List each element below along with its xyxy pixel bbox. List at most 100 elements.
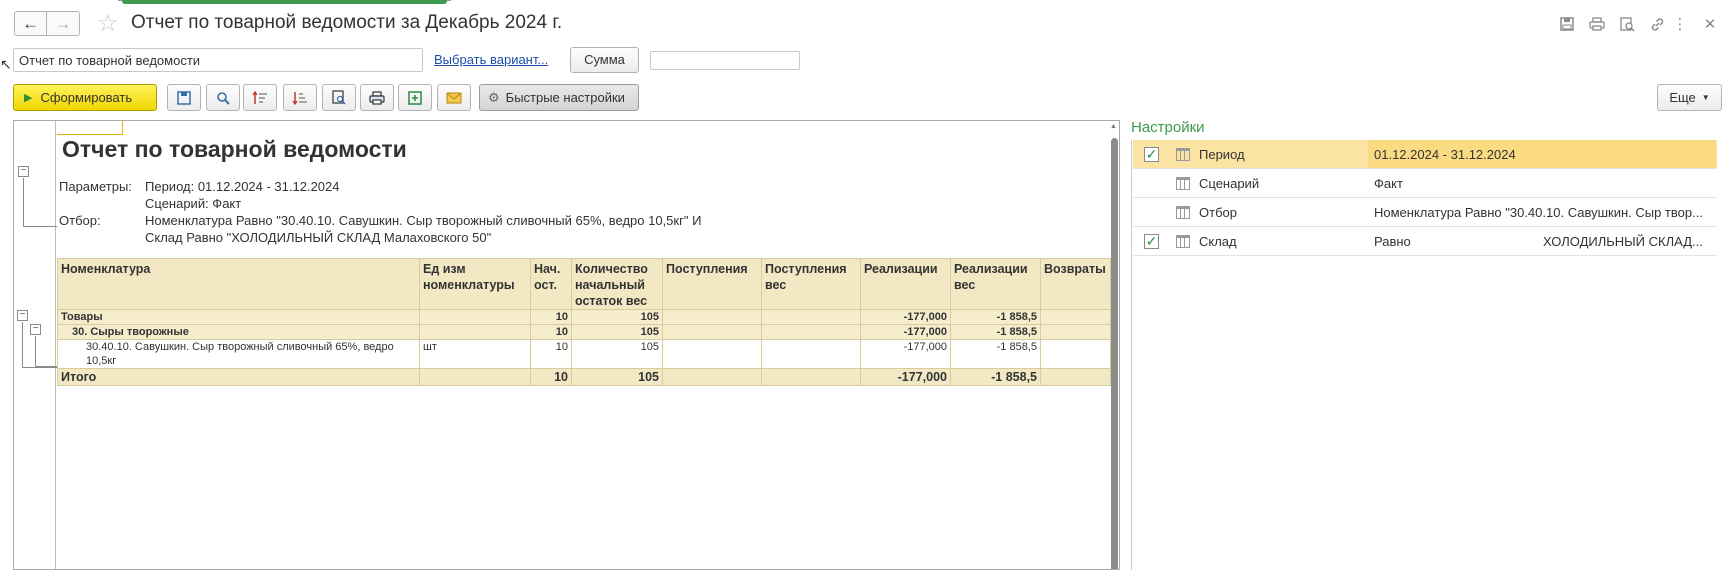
setting-name: Сценарий (1199, 176, 1260, 191)
quick-settings-label: Быстрые настройки (505, 90, 625, 105)
table-cell[interactable]: 10 (530, 309, 572, 325)
table-cell[interactable]: -1 858,5 (950, 309, 1041, 325)
scroll-up-icon[interactable]: ▲ (1110, 123, 1117, 130)
table-cell[interactable]: 10 (530, 368, 572, 386)
group-line (35, 336, 36, 366)
sum-button[interactable]: Сумма (570, 47, 639, 73)
save-variant-button[interactable] (167, 84, 201, 111)
table-cell[interactable]: 105 (571, 339, 663, 369)
table-cell[interactable] (662, 339, 762, 369)
filter-label: Отбор: (59, 213, 101, 228)
table-cell[interactable] (1040, 309, 1111, 325)
setting-row-warehouse[interactable]: ✓ Склад Равно ХОЛОДИЛЬНЫЙ СКЛАД... (1133, 227, 1717, 256)
table-cell[interactable] (1040, 324, 1111, 340)
save-icon[interactable] (1556, 13, 1578, 35)
favorite-star-icon[interactable]: ☆ (97, 9, 119, 38)
table-cell[interactable] (1040, 339, 1111, 369)
sum-field[interactable] (650, 51, 800, 70)
column-header[interactable]: Реализации (860, 258, 951, 310)
table-cell[interactable]: 10 (530, 339, 572, 369)
report-document[interactable]: − Отчет по товарной ведомости Параметры:… (13, 120, 1120, 570)
table-cell[interactable]: 10 (530, 324, 572, 340)
table-cell[interactable] (419, 309, 531, 325)
table-cell[interactable] (662, 368, 762, 386)
column-header[interactable]: Реализации вес (950, 258, 1041, 310)
table-cell[interactable]: 105 (571, 324, 663, 340)
column-header[interactable]: Ед изм номенклатуры (419, 258, 531, 310)
column-header[interactable]: Возвраты (1040, 258, 1111, 310)
column-header[interactable]: Количество начальный остаток вес (571, 258, 663, 310)
choose-variant-link[interactable]: Выбрать вариант... (434, 52, 548, 67)
forward-button[interactable]: → (47, 11, 80, 36)
table-cell[interactable] (761, 368, 861, 386)
back-button[interactable]: ← (14, 11, 47, 36)
table-cell[interactable] (761, 339, 861, 369)
setting-value[interactable]: 01.12.2024 - 31.12.2024 (1368, 140, 1716, 168)
vertical-scrollbar[interactable]: ▲ (1110, 123, 1119, 569)
setting-name: Отбор (1199, 205, 1237, 220)
table-cell[interactable] (761, 324, 861, 340)
column-header[interactable]: Нач. ост. (530, 258, 572, 310)
setting-value[interactable]: Номенклатура Равно "30.40.10. Савушкин. … (1368, 198, 1716, 226)
table-field-icon (1176, 235, 1190, 248)
table-cell[interactable]: -177,000 (860, 324, 951, 340)
table-cell[interactable]: -1 858,5 (950, 368, 1041, 386)
table-cell[interactable] (761, 309, 861, 325)
column-header[interactable]: Поступления вес (761, 258, 861, 310)
checkbox-checked-icon[interactable]: ✓ (1144, 234, 1159, 249)
sort-asc-button[interactable] (243, 84, 277, 111)
find-button[interactable] (206, 84, 240, 111)
send-email-button[interactable] (437, 84, 471, 111)
table-cell[interactable]: 30. Сыры творожные (57, 324, 420, 340)
new-window-button[interactable] (398, 84, 432, 111)
table-cell[interactable] (1040, 368, 1111, 386)
table-cell[interactable]: -177,000 (860, 368, 951, 386)
setting-row-filter[interactable]: Отбор Номенклатура Равно "30.40.10. Саву… (1133, 198, 1717, 227)
table-cell[interactable]: -1 858,5 (950, 324, 1041, 340)
more-button[interactable]: Еще ▼ (1657, 84, 1722, 111)
table-cell[interactable]: шт (419, 339, 531, 369)
table-cell[interactable]: -177,000 (860, 309, 951, 325)
print-button[interactable] (360, 84, 394, 111)
table-row[interactable]: 30. Сыры творожные 10 105 -177,000 -1 85… (57, 324, 1111, 340)
collapse-goods-icon[interactable]: − (17, 310, 28, 321)
table-cell[interactable]: Товары (57, 309, 420, 325)
setting-value[interactable]: Факт (1368, 169, 1716, 197)
setting-row-scenario[interactable]: Сценарий Факт (1133, 169, 1717, 198)
table-cell[interactable] (419, 368, 531, 386)
table-cell[interactable]: -1 858,5 (950, 339, 1041, 369)
preview-button[interactable] (322, 84, 356, 111)
close-icon[interactable]: ✕ (1699, 13, 1721, 35)
setting-value[interactable]: ХОЛОДИЛЬНЫЙ СКЛАД... (1543, 234, 1713, 249)
table-row[interactable]: 30.40.10. Савушкин. Сыр творожный сливоч… (57, 339, 1111, 369)
preview-icon[interactable] (1616, 13, 1638, 35)
collapse-header-icon[interactable]: − (18, 166, 29, 177)
report-variant-field[interactable]: Отчет по товарной ведомости (13, 48, 423, 72)
scroll-thumb[interactable] (1111, 138, 1118, 569)
table-cell[interactable] (419, 324, 531, 340)
table-cell[interactable] (662, 324, 762, 340)
generate-label: Сформировать (40, 90, 133, 105)
print-icon[interactable] (1586, 13, 1608, 35)
link-icon[interactable] (1646, 13, 1668, 35)
setting-comparison[interactable]: Равно (1368, 227, 1538, 255)
arrow-left-icon: ← (22, 13, 39, 33)
setting-row-period[interactable]: ✓ Период 01.12.2024 - 31.12.2024 (1133, 140, 1717, 169)
table-cell[interactable]: 30.40.10. Савушкин. Сыр творожный сливоч… (57, 339, 420, 369)
more-vertical-icon[interactable]: ⋮ (1669, 13, 1691, 35)
table-total-row[interactable]: Итого 10 105 -177,000 -1 858,5 (57, 368, 1111, 386)
quick-settings-button[interactable]: ⚙ Быстрые настройки (479, 84, 639, 111)
sort-desc-button[interactable] (283, 84, 317, 111)
table-cell[interactable]: 105 (571, 368, 663, 386)
column-header[interactable]: Номенклатура (57, 258, 420, 310)
table-cell[interactable] (662, 309, 762, 325)
column-header[interactable]: Поступления (662, 258, 762, 310)
collapse-group-icon[interactable]: − (30, 324, 41, 335)
generate-button[interactable]: ▶ Сформировать (13, 84, 157, 111)
group-line (23, 226, 57, 227)
table-row[interactable]: Товары 10 105 -177,000 -1 858,5 (57, 309, 1111, 325)
table-cell[interactable]: -177,000 (860, 339, 951, 369)
checkbox-checked-icon[interactable]: ✓ (1144, 147, 1159, 162)
table-cell[interactable]: 105 (571, 309, 663, 325)
table-cell[interactable]: Итого (57, 368, 420, 386)
